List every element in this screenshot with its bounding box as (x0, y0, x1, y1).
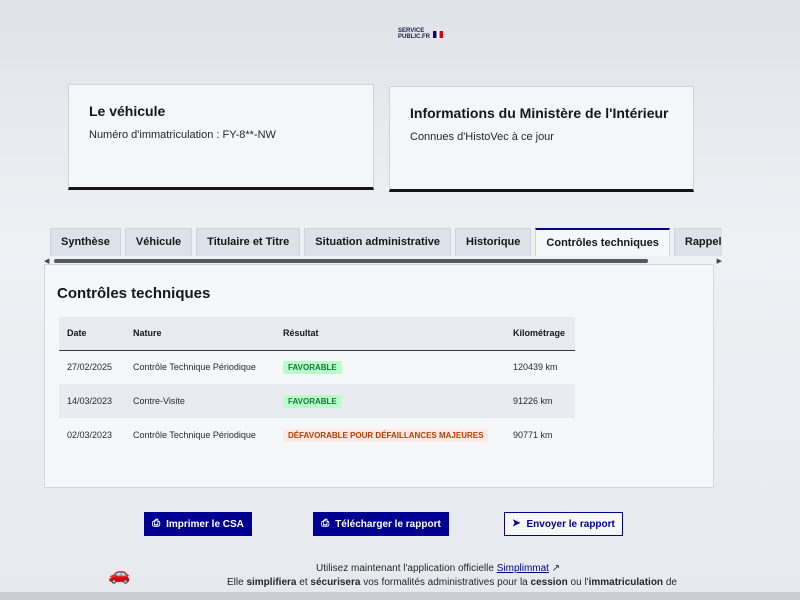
row-nature: Contrôle Technique Périodique (133, 430, 256, 440)
inspections-table: Date Nature Résultat Kilométrage 27/02/2… (59, 317, 575, 452)
send-report-label: Envoyer le rapport (526, 518, 615, 530)
row-result: FAVORABLE (275, 350, 505, 384)
table-row: 02/03/2023 Contrôle Technique Périodique… (59, 418, 575, 452)
status-badge: FAVORABLE (283, 394, 342, 408)
row-date: 02/03/2023 (67, 430, 113, 440)
row-km: 91226 km (505, 384, 575, 418)
send-icon: ➤ (512, 518, 521, 529)
flag-icon (433, 30, 443, 38)
vehicle-card: Le véhicule Numéro d'immatriculation : F… (68, 84, 374, 190)
col-date: Date (59, 317, 125, 351)
tab-vehicule[interactable]: Véhicule (124, 228, 193, 256)
tab-synthese[interactable]: Synthèse (50, 228, 121, 256)
tab-historique[interactable]: Historique (455, 228, 532, 256)
footer-text: Elle (227, 577, 247, 588)
row-result: FAVORABLE (275, 384, 505, 418)
download-report-label: Télécharger le rapport (335, 518, 441, 530)
footer-bold: cession (530, 577, 568, 588)
row-nature: Contre-Visite (125, 384, 275, 418)
row-date: 14/03/2023 (59, 384, 125, 418)
tab-rappels-constructeur[interactable]: Rappels constructeur (673, 228, 722, 256)
taskbar (0, 592, 800, 600)
footer-promo-text: Utilisez maintenant l'application offici… (316, 563, 494, 574)
footer-app-description: Elle simplifiera et sécurisera vos forma… (227, 577, 677, 588)
tab-situation-administrative[interactable]: Situation administrative (304, 228, 451, 256)
send-report-button[interactable]: ➤ Envoyer le rapport (504, 512, 623, 536)
table-header-row: Date Nature Résultat Kilométrage (59, 317, 575, 351)
row-result: DÉFAVORABLE POUR DÉFAILLANCES MAJEURES (275, 418, 505, 452)
external-link-icon: ↗ (551, 563, 561, 574)
panel-title: Contrôles techniques (57, 285, 211, 302)
footer-text: et (296, 577, 311, 588)
footer-text: ou l' (567, 577, 589, 588)
table-row: 14/03/2023 Contre-Visite FAVORABLE 91226… (59, 384, 575, 418)
row-km: 90771 km (513, 430, 553, 440)
printer-icon: ⎙ (321, 518, 330, 529)
tab-controles-techniques[interactable]: Contrôles techniques (535, 228, 670, 256)
car-icon: 🚗 (108, 564, 131, 584)
footer-text: vos formalités administratives pour la (360, 577, 531, 588)
ministry-info-card: Informations du Ministère de l'Intérieur… (389, 86, 694, 192)
scrollbar-thumb[interactable] (54, 259, 648, 263)
tab-titulaire[interactable]: Titulaire et Titre (196, 228, 301, 256)
footer-app-promo: Utilisez maintenant l'application offici… (316, 563, 560, 574)
download-report-button[interactable]: ⎙ Télécharger le rapport (313, 512, 449, 536)
row-km: 120439 km (513, 362, 558, 373)
footer-text: de (663, 577, 677, 588)
ministry-info-title: Informations du Ministère de l'Intérieur (410, 105, 669, 121)
print-csa-button[interactable]: ⎙ Imprimer le CSA (144, 512, 252, 536)
footer-bold: sécurisera (310, 577, 361, 588)
vehicle-card-title: Le véhicule (89, 103, 166, 119)
registration-number: Numéro d'immatriculation : FY-8**-NW (89, 129, 276, 141)
col-resultat: Résultat (275, 317, 505, 351)
printer-icon: ⎙ (152, 518, 161, 529)
row-nature: Contrôle Technique Périodique (133, 362, 256, 373)
status-badge: DÉFAVORABLE POUR DÉFAILLANCES MAJEURES (283, 428, 489, 442)
logo-line2: PUBLIC.FR (398, 34, 430, 40)
row-date: 27/02/2025 (67, 362, 113, 373)
footer-bold: simplifiera (246, 577, 297, 588)
footer-bold: immatriculation (588, 577, 664, 588)
simplimmat-link[interactable]: Simplimmat (497, 563, 549, 574)
col-kilometrage: Kilométrage (505, 317, 575, 351)
status-badge: FAVORABLE (283, 360, 342, 374)
service-public-logo: SERVICE PUBLIC.FR (398, 28, 443, 40)
scroll-right-arrow-icon[interactable]: ▶ (717, 257, 722, 265)
table-row: 27/02/2025 Contrôle Technique Périodique… (59, 350, 575, 384)
tab-bar: Synthèse Véhicule Titulaire et Titre Sit… (50, 228, 722, 256)
ministry-info-text: Connues d'HistoVec à ce jour (410, 131, 554, 143)
tab-panel-controles: Contrôles techniques Date Nature Résulta… (44, 264, 714, 488)
print-csa-label: Imprimer le CSA (166, 518, 244, 530)
col-nature: Nature (125, 317, 275, 351)
